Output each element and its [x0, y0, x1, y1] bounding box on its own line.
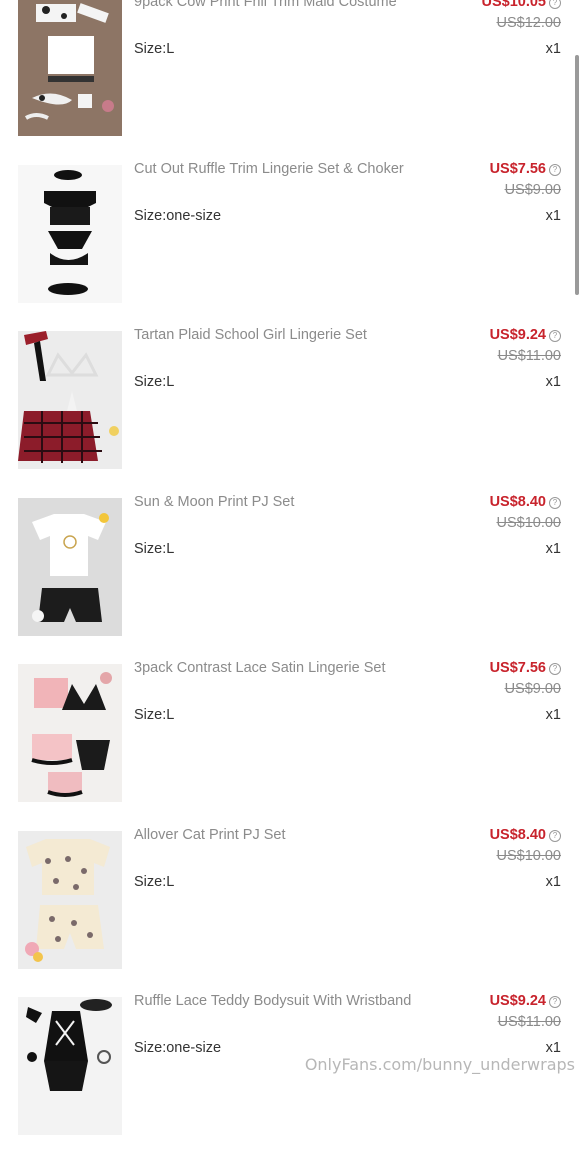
product-title[interactable]: Cut Out Ruffle Trim Lingerie Set & Choke… — [134, 161, 464, 177]
product-quantity: x1 — [545, 1040, 561, 1056]
sale-price: US$9.24? — [490, 993, 561, 1009]
product-title[interactable]: Ruffle Lace Teddy Bodysuit With Wristban… — [134, 993, 464, 1009]
order-item[interactable]: 3pack Contrast Lace Satin Lingerie Set U… — [0, 652, 579, 819]
sale-price: US$7.56? — [490, 161, 561, 177]
order-item[interactable]: 9pack Cow Print Frill Trim Maid Costume … — [0, 0, 579, 153]
original-price: US$9.00 — [504, 681, 561, 697]
product-quantity: x1 — [545, 873, 561, 890]
product-title[interactable]: Tartan Plaid School Girl Lingerie Set — [134, 327, 464, 343]
original-price: US$10.00 — [496, 514, 562, 531]
original-price: US$11.00 — [497, 1014, 561, 1030]
original-price: US$9.00 — [504, 181, 561, 198]
price-info-icon[interactable]: ? — [549, 330, 561, 342]
price-info-icon[interactable]: ? — [549, 0, 561, 9]
scrollbar[interactable] — [575, 55, 579, 295]
order-item[interactable]: Allover Cat Print PJ Set US$8.40? US$10.… — [0, 819, 579, 986]
product-quantity: x1 — [545, 207, 561, 224]
original-price: US$12.00 — [496, 15, 562, 31]
order-item-list: 9pack Cow Print Frill Trim Maid Costume … — [0, 0, 579, 1152]
product-size: Size:L — [134, 707, 175, 723]
product-title[interactable]: 3pack Contrast Lace Satin Lingerie Set — [134, 660, 464, 676]
order-item[interactable]: Tartan Plaid School Girl Lingerie Set US… — [0, 319, 579, 486]
price-info-icon[interactable]: ? — [549, 996, 561, 1008]
order-item[interactable]: Cut Out Ruffle Trim Lingerie Set & Choke… — [0, 153, 579, 320]
sale-price: US$10.05? — [482, 0, 561, 10]
watermark: OnlyFans.com/bunny_underwraps — [304, 1055, 575, 1074]
price-info-icon[interactable]: ? — [549, 829, 561, 842]
product-quantity: x1 — [545, 707, 561, 723]
product-title[interactable]: 9pack Cow Print Frill Trim Maid Costume — [134, 0, 464, 10]
product-image[interactable] — [18, 0, 122, 136]
product-image[interactable] — [18, 664, 122, 802]
product-quantity: x1 — [545, 41, 561, 57]
order-item[interactable]: Sun & Moon Print PJ Set US$8.40? US$10.0… — [0, 486, 579, 653]
price-info-icon[interactable]: ? — [549, 663, 561, 675]
price-info-icon[interactable]: ? — [549, 163, 561, 176]
product-quantity: x1 — [545, 540, 561, 557]
sale-price: US$8.40? — [490, 827, 561, 843]
product-size: Size:L — [134, 374, 175, 390]
sale-price: US$8.40? — [490, 494, 561, 510]
price-info-icon[interactable]: ? — [549, 496, 561, 509]
product-size: Size:one-size — [134, 207, 222, 224]
product-image[interactable] — [18, 997, 122, 1135]
product-size: Size:one-size — [134, 1040, 222, 1056]
product-image[interactable] — [18, 331, 122, 469]
product-image[interactable] — [18, 164, 122, 303]
sale-price: US$9.24? — [490, 327, 561, 343]
original-price: US$11.00 — [497, 348, 561, 364]
product-title[interactable]: Allover Cat Print PJ Set — [134, 827, 464, 843]
product-image[interactable] — [18, 830, 122, 969]
product-image[interactable] — [18, 497, 122, 636]
product-title[interactable]: Sun & Moon Print PJ Set — [134, 494, 464, 510]
product-size: Size:L — [134, 873, 175, 890]
product-size: Size:L — [134, 540, 175, 557]
product-size: Size:L — [134, 41, 175, 57]
product-quantity: x1 — [545, 374, 561, 390]
sale-price: US$7.56? — [490, 660, 561, 676]
original-price: US$10.00 — [496, 847, 562, 864]
